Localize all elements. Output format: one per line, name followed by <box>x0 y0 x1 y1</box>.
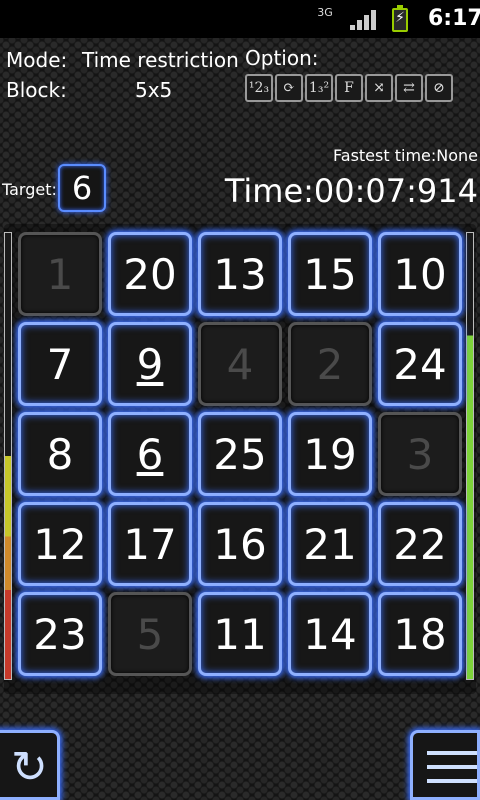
tile-8[interactable]: 8 <box>18 412 102 496</box>
tile-18[interactable]: 18 <box>378 592 462 676</box>
tile-24[interactable]: 24 <box>378 322 462 406</box>
menu-icon <box>427 751 477 793</box>
elapsed-timer: Time:00:07:914 <box>224 172 478 210</box>
tile-number: 10 <box>393 250 447 299</box>
tile-15[interactable]: 15 <box>288 232 372 316</box>
tile-23[interactable]: 23 <box>18 592 102 676</box>
network-type: 3G <box>317 6 333 19</box>
target-number: 6 <box>58 164 106 212</box>
tile-12[interactable]: 12 <box>18 502 102 586</box>
tile-number: 11 <box>213 610 267 659</box>
tile-25[interactable]: 25 <box>198 412 282 496</box>
tile-number: 17 <box>123 520 177 569</box>
block-value: 5x5 <box>135 78 173 102</box>
tile-number: 6 <box>136 430 164 479</box>
tile-21[interactable]: 21 <box>288 502 372 586</box>
swap-option-icon[interactable]: ⇄ <box>395 74 423 102</box>
tile-number: 9 <box>136 340 164 389</box>
tile-number: 15 <box>303 250 357 299</box>
tile-number: 18 <box>393 610 447 659</box>
tile-7[interactable]: 7 <box>18 322 102 406</box>
tile-9[interactable]: 9 <box>108 322 192 406</box>
rotate-option-icon[interactable]: ⟳ <box>275 74 303 102</box>
tile-14[interactable]: 14 <box>288 592 372 676</box>
power-sequence-option-icon[interactable]: 1₃² <box>305 74 333 102</box>
menu-button[interactable] <box>410 730 480 800</box>
tile-3[interactable]: 3 <box>378 412 462 496</box>
tile-2[interactable]: 2 <box>288 322 372 406</box>
tile-11[interactable]: 11 <box>198 592 282 676</box>
tile-4[interactable]: 4 <box>198 322 282 406</box>
tile-number: 20 <box>123 250 177 299</box>
tile-number: 16 <box>213 520 267 569</box>
tile-number: 22 <box>393 520 447 569</box>
tile-20[interactable]: 20 <box>108 232 192 316</box>
left-progress-bar <box>4 232 12 680</box>
tile-6[interactable]: 6 <box>108 412 192 496</box>
restart-button[interactable]: ↻ <box>0 730 60 800</box>
block-label: Block: <box>6 78 67 102</box>
tile-5[interactable]: 5 <box>108 592 192 676</box>
refresh-icon: ↻ <box>11 742 48 793</box>
shuffle-option-icon[interactable]: ⤨ <box>365 74 393 102</box>
right-progress-bar <box>466 232 474 680</box>
tile-number: 2 <box>316 340 344 389</box>
tile-number: 7 <box>46 340 74 389</box>
option-label: Option: <box>245 46 319 70</box>
tile-number: 8 <box>46 430 74 479</box>
tile-16[interactable]: 16 <box>198 502 282 586</box>
sequence-option-icon[interactable]: ¹2₃ <box>245 74 273 102</box>
tile-number: 4 <box>226 340 254 389</box>
tile-number: 25 <box>213 430 267 479</box>
tile-19[interactable]: 19 <box>288 412 372 496</box>
tile-number: 13 <box>213 250 267 299</box>
mode-label: Mode: <box>6 48 68 72</box>
tile-number: 12 <box>33 520 87 569</box>
tile-13[interactable]: 13 <box>198 232 282 316</box>
tile-22[interactable]: 22 <box>378 502 462 586</box>
status-bar: 3G 6:17 <box>0 0 480 38</box>
tile-17[interactable]: 17 <box>108 502 192 586</box>
tile-number: 1 <box>46 250 74 299</box>
status-clock: 6:17 <box>428 6 480 31</box>
tile-number: 3 <box>406 430 434 479</box>
signal-icon <box>350 10 378 30</box>
fastest-time: Fastest time:None <box>333 146 478 165</box>
tile-number: 14 <box>303 610 357 659</box>
tile-number: 24 <box>393 340 447 389</box>
target-label: Target: <box>2 180 57 199</box>
mute-option-icon[interactable]: ⊘ <box>425 74 453 102</box>
mode-value: Time restriction <box>82 48 239 72</box>
tile-number: 21 <box>303 520 357 569</box>
tile-number: 19 <box>303 430 357 479</box>
tile-number: 23 <box>33 610 87 659</box>
font-option-icon[interactable]: F <box>335 74 363 102</box>
battery-icon <box>392 5 408 32</box>
tile-1[interactable]: 1 <box>18 232 102 316</box>
tile-number: 5 <box>136 610 164 659</box>
tile-10[interactable]: 10 <box>378 232 462 316</box>
